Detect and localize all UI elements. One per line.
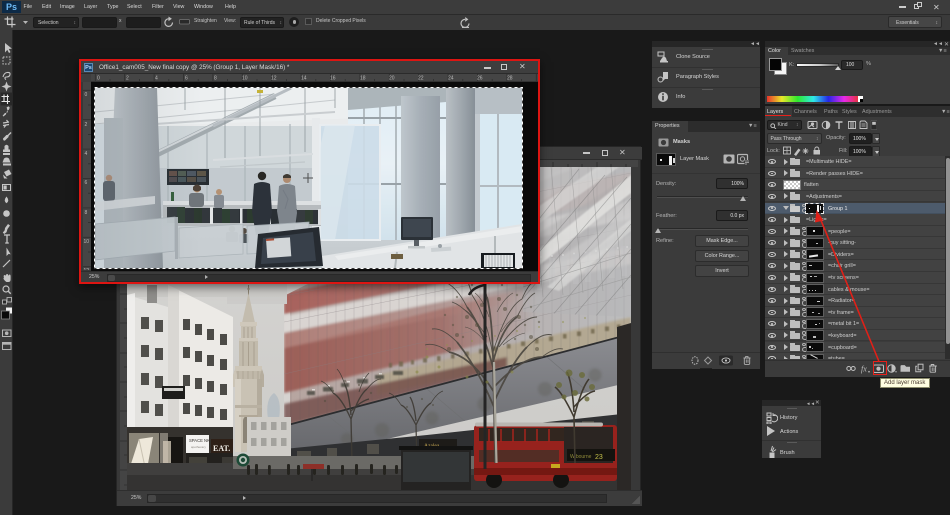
svg-text:0: 0	[85, 92, 88, 98]
svg-text:EAT.: EAT.	[213, 444, 230, 453]
svg-text:2: 2	[126, 76, 129, 82]
svg-text:23: 23	[595, 454, 603, 461]
svg-text:8: 8	[214, 76, 217, 82]
svg-text:28: 28	[507, 76, 513, 82]
svg-text:14: 14	[301, 76, 307, 82]
svg-text:W.bourne: W.bourne	[570, 454, 592, 460]
svg-text:22: 22	[418, 76, 424, 82]
svg-text:10: 10	[84, 239, 90, 245]
svg-text:12: 12	[271, 76, 277, 82]
svg-text:SPACE NK: SPACE NK	[189, 438, 210, 443]
svg-text:12: 12	[84, 268, 90, 270]
svg-text:20: 20	[389, 76, 395, 82]
svg-text:18: 18	[360, 76, 366, 82]
svg-text:apothecary: apothecary	[191, 445, 206, 449]
svg-text:26: 26	[477, 76, 483, 82]
svg-text:4: 4	[155, 76, 158, 82]
svg-text:6: 6	[85, 180, 88, 186]
svg-text:24: 24	[448, 76, 454, 82]
svg-text:8: 8	[85, 210, 88, 216]
svg-text:16: 16	[330, 76, 336, 82]
svg-text:6: 6	[185, 76, 188, 82]
svg-text:2: 2	[85, 122, 88, 128]
svg-text:10: 10	[242, 76, 248, 82]
svg-text:0: 0	[97, 76, 100, 82]
svg-text:4: 4	[85, 151, 88, 157]
